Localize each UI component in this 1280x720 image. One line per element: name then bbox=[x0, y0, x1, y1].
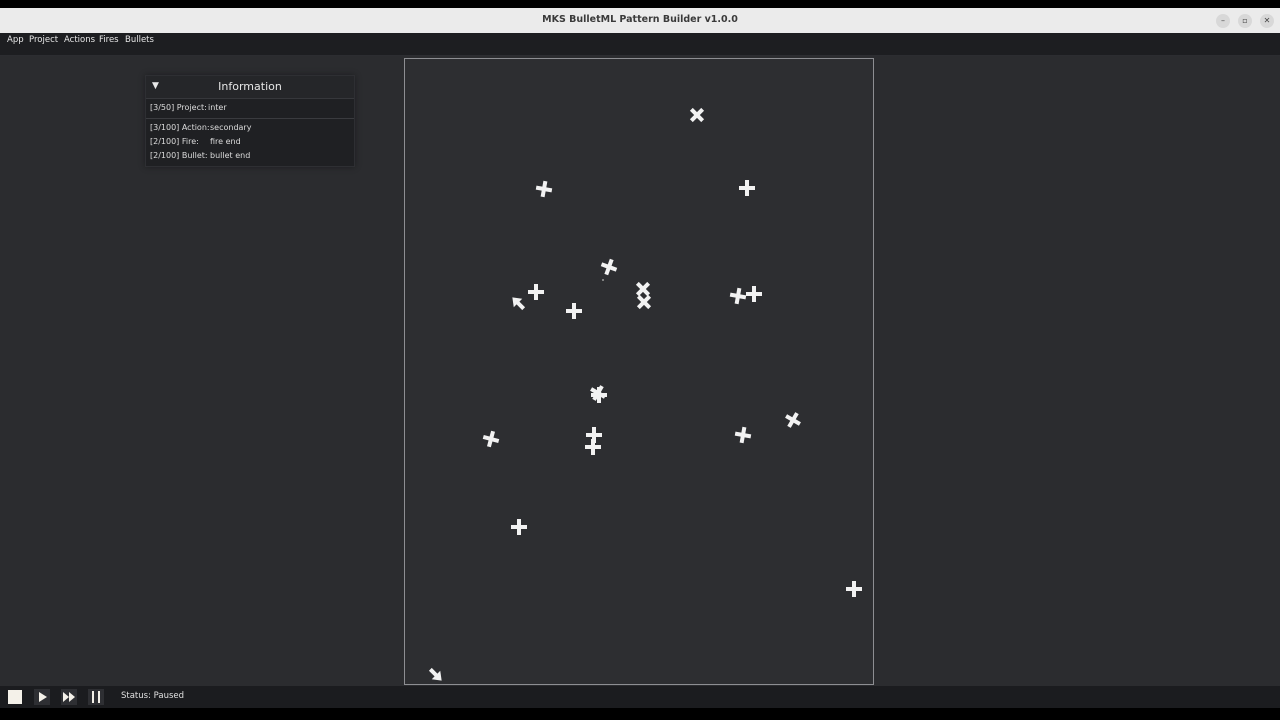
information-panel: ▼ Information [3/50] Project: inter [3/1… bbox=[145, 75, 355, 167]
bullet-layer bbox=[428, 107, 862, 681]
info-row-value: fire end bbox=[210, 137, 241, 146]
info-row-label: [3/100] Action: bbox=[150, 123, 210, 132]
arrow-bullet-icon bbox=[512, 297, 526, 311]
info-separator bbox=[146, 118, 354, 119]
bullet-icon bbox=[635, 281, 651, 297]
information-panel-title: Information bbox=[218, 80, 282, 93]
window-title: MKS BulletML Pattern Builder v1.0.0 bbox=[542, 14, 738, 25]
screen-bottom-edge bbox=[0, 708, 1280, 720]
bullet-icon bbox=[846, 581, 862, 597]
bullet-icon bbox=[785, 412, 801, 428]
info-row-label: [2/100] Fire: bbox=[150, 137, 199, 146]
play-icon[interactable] bbox=[34, 689, 50, 705]
menu-actions[interactable]: Actions bbox=[64, 33, 95, 55]
bullet-icon bbox=[535, 180, 553, 198]
bullet-icon bbox=[734, 426, 752, 444]
pattern-canvas[interactable] bbox=[404, 58, 874, 685]
info-row-value: secondary bbox=[210, 123, 252, 132]
bullet-icon bbox=[689, 107, 705, 123]
bullet-icon bbox=[566, 303, 582, 319]
bullet-icon bbox=[511, 519, 527, 535]
pause-icon[interactable] bbox=[88, 689, 104, 705]
bullet-icon bbox=[729, 287, 747, 305]
close-button[interactable]: ✕ bbox=[1260, 14, 1274, 28]
minimize-button[interactable]: – bbox=[1216, 14, 1230, 28]
info-row-label: [2/100] Bullet: bbox=[150, 151, 208, 160]
info-row-project: [3/50] Project: inter bbox=[150, 103, 227, 112]
window-titlebar: MKS BulletML Pattern Builder v1.0.0 – ▫ … bbox=[0, 8, 1280, 34]
stop-icon[interactable] bbox=[7, 689, 23, 705]
info-row-value: bullet end bbox=[210, 151, 251, 160]
fast-forward-icon[interactable] bbox=[61, 689, 77, 705]
info-row-fire: [2/100] Fire: fire end bbox=[150, 137, 241, 146]
information-panel-header[interactable]: ▼ Information bbox=[146, 76, 354, 99]
bullet-icon bbox=[739, 180, 755, 196]
bullet-icon bbox=[600, 258, 618, 276]
bullet-icon bbox=[585, 439, 601, 455]
info-row-action: [3/100] Action: secondary bbox=[150, 123, 251, 132]
menu-fires[interactable]: Fires bbox=[99, 33, 119, 55]
info-row-value: inter bbox=[208, 103, 227, 112]
emitter-dot bbox=[602, 279, 604, 281]
bullet-icon bbox=[482, 430, 500, 448]
menu-bar: App Project Actions Fires Bullets bbox=[0, 33, 1280, 56]
bullet-icon bbox=[528, 284, 544, 300]
menu-bullets[interactable]: Bullets bbox=[125, 33, 154, 55]
bullet-icon bbox=[636, 294, 652, 310]
maximize-button[interactable]: ▫ bbox=[1238, 14, 1252, 28]
menu-project[interactable]: Project bbox=[29, 33, 58, 55]
info-row-label: [3/50] Project: bbox=[150, 103, 207, 112]
bullet-icon bbox=[746, 286, 762, 302]
arrow-bullet-icon bbox=[428, 667, 442, 681]
status-bar: Status: Paused bbox=[0, 686, 1280, 708]
info-row-bullet: [2/100] Bullet: bullet end bbox=[150, 151, 250, 160]
status-text: Status: Paused bbox=[121, 691, 185, 701]
menu-app[interactable]: App bbox=[7, 33, 24, 55]
